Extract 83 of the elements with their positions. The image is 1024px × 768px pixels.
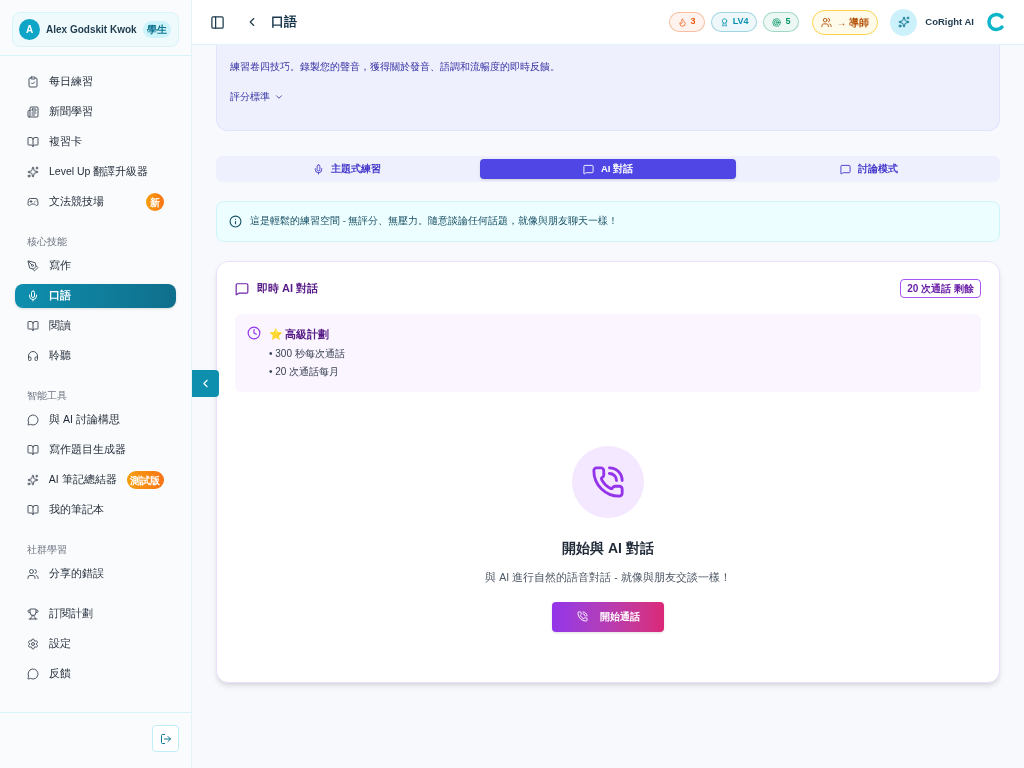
nav-item[interactable]: 聆聽: [15, 344, 176, 368]
section-heading: 核心技能: [26, 235, 68, 249]
criteria-toggle[interactable]: 評分標準: [230, 89, 284, 105]
avatar: A: [19, 19, 40, 40]
nav-item[interactable]: 口語: [15, 284, 176, 308]
nav-item[interactable]: 複習卡: [15, 130, 176, 154]
plan-feature: • 20 次通話每月: [269, 364, 341, 379]
logout-button[interactable]: [152, 725, 179, 752]
mode-tab[interactable]: 主題式練習: [219, 159, 476, 179]
profile-card[interactable]: A Alex Godskit Kwok 學生: [12, 12, 179, 47]
nav-item[interactable]: 寫作: [15, 254, 176, 278]
chat-bubble-icon: [582, 163, 594, 175]
award-icon: [719, 17, 729, 27]
assistant-avatar[interactable]: [890, 8, 918, 36]
assistant-name: CoRight AI: [925, 14, 974, 29]
microphone-icon: [27, 290, 39, 302]
section-heading: 智能工具: [26, 389, 68, 403]
book-icon: [27, 136, 39, 148]
sidebar-toggle-icon[interactable]: [210, 14, 225, 30]
phone-icon: [576, 611, 588, 623]
nav-item[interactable]: 分享的錯誤: [15, 562, 176, 586]
chat-title: 即時 AI 對話: [257, 281, 319, 297]
settings-icon: [27, 638, 39, 650]
intro-description: 練習卷四技巧。錄製您的聲音，獲得關於發音、語調和流暢度的即時反饋。: [230, 60, 561, 74]
trophy-icon: [27, 608, 39, 620]
nav-item[interactable]: 寫作題目生成器: [15, 438, 176, 462]
nav-item[interactable]: 新聞學習: [15, 100, 176, 124]
sparkles-icon: [27, 166, 39, 178]
chat-bubble-icon: [27, 414, 39, 426]
stat-pill: 5: [763, 12, 800, 32]
new-tag: 測試版: [126, 471, 164, 489]
nav-item[interactable]: 反饋: [15, 662, 176, 686]
sparkles-icon: [27, 474, 39, 486]
nav-item[interactable]: 我的筆記本: [15, 498, 176, 522]
chat-bubble-icon: [839, 163, 851, 175]
clipboard-icon: [27, 76, 39, 88]
info-text: 這是輕鬆的練習空間 - 無評分、無壓力。隨意談論任何話題，就像與朋友聊天一樣！: [250, 214, 619, 229]
users-icon: [27, 568, 39, 580]
nav-item[interactable]: AI 筆記總結器 測試版: [15, 468, 176, 492]
collapse-sidebar-button[interactable]: [192, 370, 219, 397]
star-icon: ⭐: [269, 326, 283, 343]
phone-icon: [591, 465, 625, 499]
users-icon: [821, 16, 833, 28]
new-tag: 新: [146, 193, 164, 211]
nav-item[interactable]: 設定: [15, 632, 176, 656]
info-icon: [229, 215, 242, 228]
nav-item[interactable]: 與 AI 討論構思: [15, 408, 176, 432]
chat-bubble-icon: [27, 668, 39, 680]
start-subtitle: 與 AI 進行自然的語音對話 - 就像與朋友交談一樣！: [485, 570, 731, 585]
book-icon: [27, 444, 39, 456]
mode-tab[interactable]: AI 對話: [479, 159, 737, 179]
user-name: Alex Godskit Kwok: [46, 23, 137, 37]
flame-icon: [677, 17, 687, 27]
microphone-icon: [313, 163, 325, 175]
nav-item[interactable]: Level Up 翻譯升級器: [15, 160, 176, 184]
remaining-calls-tag: 20 次通話 剩餘: [900, 279, 981, 298]
plan-feature: • 300 秒每次通話: [269, 346, 345, 361]
tutor-button[interactable]: → 導師: [812, 9, 879, 35]
nav-item[interactable]: 文法競技場 新: [15, 190, 176, 214]
start-call-button[interactable]: 開始通話: [552, 601, 664, 632]
stat-pill: 3: [668, 12, 705, 32]
role-tag: 學生: [142, 21, 171, 38]
logo-icon: [986, 12, 1006, 32]
nav-item[interactable]: 每日練習: [15, 70, 176, 94]
section-heading: 社群學習: [26, 543, 68, 557]
book-icon: [27, 504, 39, 516]
mode-tab[interactable]: 討論模式: [740, 159, 997, 179]
chat-bubble-icon: [235, 281, 249, 296]
sparkles-icon: [897, 16, 910, 28]
pen-icon: [27, 260, 39, 272]
plan-name: 高級計劃: [285, 327, 329, 342]
newspaper-icon: [27, 106, 39, 118]
nav-item[interactable]: 閱讀: [15, 314, 176, 338]
stat-pill: LV4: [710, 12, 758, 32]
headphones-icon: [27, 350, 39, 362]
gamepad-icon: [27, 196, 39, 208]
logout-icon: [159, 732, 172, 745]
start-heading: 開始與 AI 對話: [562, 539, 654, 558]
clock-icon: [247, 326, 261, 340]
page-title: 口語: [271, 13, 297, 32]
book-icon: [27, 320, 39, 332]
nav-item[interactable]: 訂閱計劃: [15, 602, 176, 626]
target-icon: [772, 17, 782, 27]
